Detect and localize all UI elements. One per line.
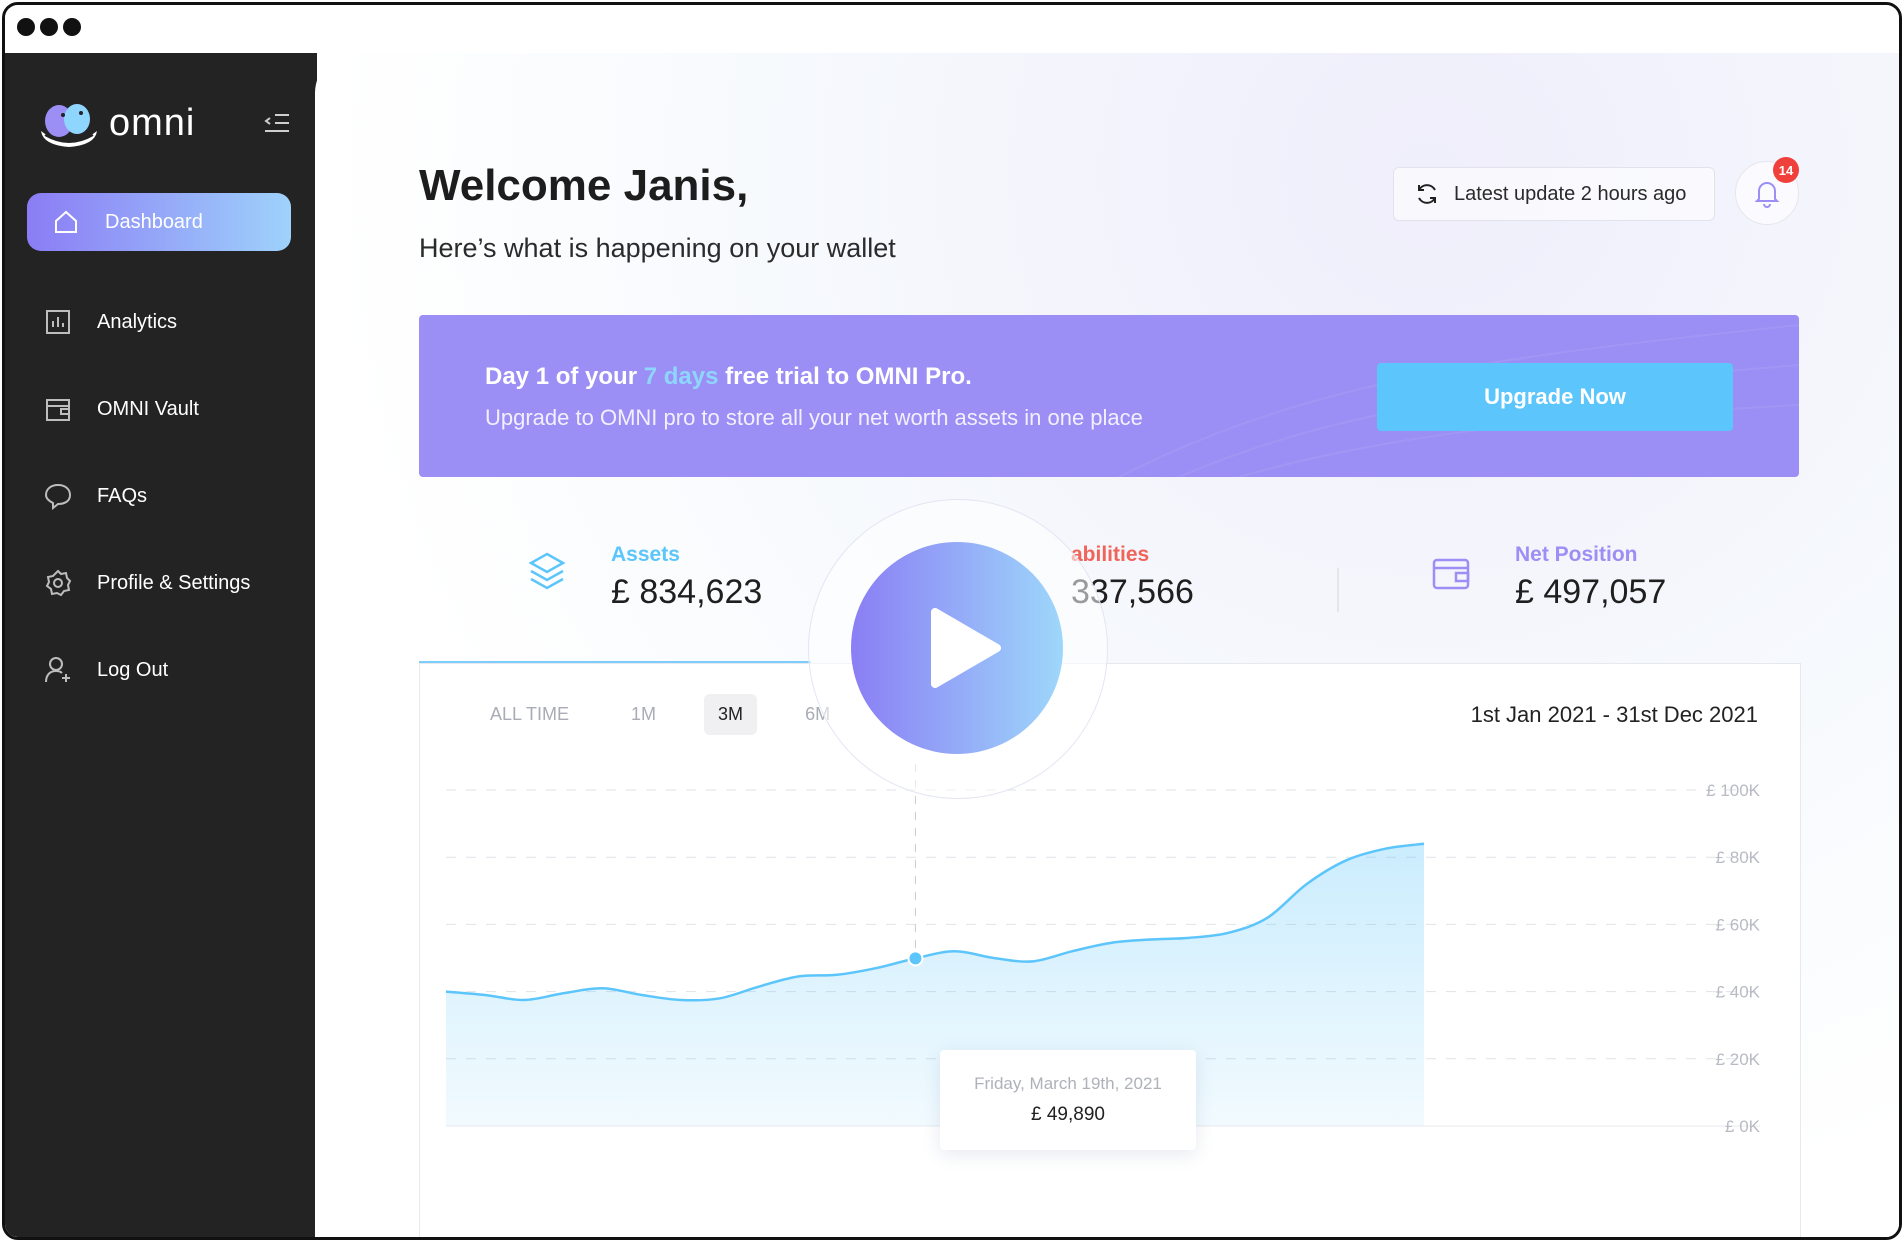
birds-logo-icon (37, 95, 101, 151)
wallet-icon (1431, 555, 1471, 596)
chart-tooltip: Friday, March 19th, 2021 £ 49,890 (940, 1050, 1196, 1150)
assets-label: Assets (611, 543, 680, 566)
tooltip-date: Friday, March 19th, 2021 (974, 1074, 1162, 1093)
page-subtitle: Here’s what is happening on your wallet (419, 233, 896, 263)
sidebar-item-label: FAQs (97, 484, 148, 507)
notification-badge: 14 (1773, 157, 1799, 183)
stat-divider (1337, 568, 1339, 612)
assets-value: £ 834,623 (611, 573, 763, 611)
analytics-icon (43, 307, 73, 337)
wallet-icon (43, 394, 73, 424)
sidebar-item-faqs[interactable]: FAQs (27, 467, 291, 525)
banner-title: Day 1 of your 7 days free trial to OMNI … (485, 363, 972, 391)
y-tick-label: £ 60K (1716, 915, 1761, 934)
window-minimize-dot[interactable] (40, 18, 58, 36)
net-position-label: Net Position (1515, 543, 1638, 566)
main-content: Welcome Janis, Here’s what is happening … (315, 53, 1899, 1240)
sidebar-item-label: OMNI Vault (97, 397, 199, 420)
video-play-button[interactable] (808, 499, 1108, 799)
logo-text: omni (109, 101, 196, 144)
net-worth-chart[interactable]: £ 100K £ 80K £ 60K £ 40K £ 20K £ 0K (420, 664, 1800, 1240)
sidebar-item-profile-settings[interactable]: Profile & Settings (27, 554, 291, 612)
banner-subtitle: Upgrade to OMNI pro to store all your ne… (485, 405, 1143, 430)
logo[interactable]: omni (37, 95, 195, 151)
sidebar-item-omni-vault[interactable]: OMNI Vault (27, 380, 291, 438)
window-titlebar (5, 5, 1899, 53)
sidebar-item-log-out[interactable]: Log Out (27, 641, 291, 699)
chart-area (446, 843, 1424, 1126)
sidebar-item-dashboard[interactable]: Dashboard (27, 193, 291, 251)
sidebar-item-label: Profile & Settings (97, 571, 251, 594)
sidebar-item-label: Analytics (97, 310, 178, 333)
sidebar-item-analytics[interactable]: Analytics (27, 293, 291, 351)
banner-title-pre: Day 1 of your (485, 363, 644, 390)
gear-icon (43, 568, 73, 598)
refresh-icon (1414, 181, 1440, 207)
window-maximize-dot[interactable] (63, 18, 81, 36)
y-tick-label: £ 100K (1706, 781, 1761, 800)
window-close-dot[interactable] (17, 18, 35, 36)
home-icon (51, 207, 81, 237)
net-position-value: £ 497,057 (1515, 573, 1667, 611)
latest-update-label: Latest update 2 hours ago (1454, 182, 1687, 205)
highlight-point (907, 950, 924, 967)
y-tick-label: £ 40K (1716, 983, 1761, 1002)
tooltip-value: £ 49,890 (1031, 1104, 1105, 1125)
user-icon (43, 655, 73, 685)
collapse-menu-icon[interactable] (263, 109, 291, 137)
layers-icon (527, 551, 567, 600)
play-icon (931, 608, 1001, 688)
banner-title-post: free trial to OMNI Pro. (718, 363, 972, 390)
bell-icon (1754, 182, 1780, 208)
trial-banner: Day 1 of your 7 days free trial to OMNI … (419, 315, 1799, 477)
upgrade-now-button[interactable]: Upgrade Now (1377, 363, 1733, 431)
chart-card: ALL TIME 1M 3M 6M 1Y 1st Jan 2021 - 31st… (419, 663, 1801, 1240)
app-window: omni Dashboard Analytics OMNI Vault FAQs… (2, 2, 1902, 1240)
y-tick-label: £ 80K (1716, 848, 1761, 867)
page-title: Welcome Janis, (419, 161, 749, 210)
liabilities-label: abilities (1071, 543, 1150, 566)
sidebar: omni Dashboard Analytics OMNI Vault FAQs… (5, 53, 317, 1237)
sidebar-item-label: Log Out (97, 658, 169, 681)
sidebar-item-label: Dashboard (105, 210, 203, 233)
play-button-circle (851, 542, 1063, 754)
y-tick-label: £ 0K (1725, 1117, 1761, 1136)
y-tick-label: £ 20K (1716, 1050, 1761, 1069)
banner-title-highlight: 7 days (643, 363, 719, 390)
latest-update-button[interactable]: Latest update 2 hours ago (1393, 167, 1715, 221)
chat-bubble-icon (43, 481, 73, 511)
